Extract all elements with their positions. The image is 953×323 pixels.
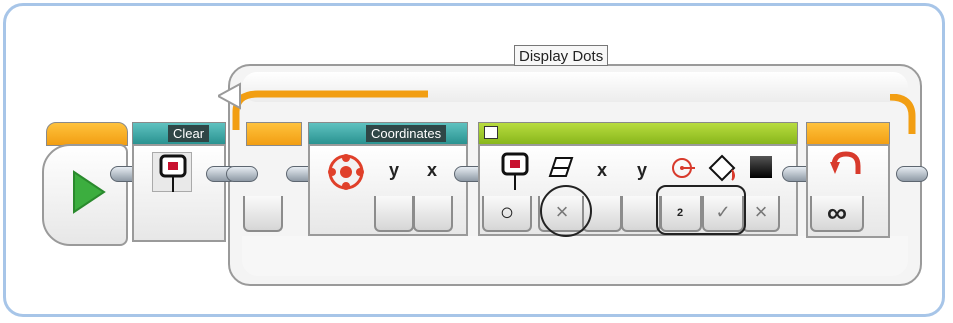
- clear-block[interactable]: Clear: [132, 122, 226, 242]
- start-block-cap: [46, 122, 128, 146]
- loop-entry-cap-bar: [246, 122, 302, 146]
- display-block-cap: [478, 122, 798, 146]
- loop-name-label[interactable]: Display Dots: [514, 45, 609, 66]
- radius-icon: [672, 158, 695, 178]
- fill-bucket-icon: [708, 154, 736, 182]
- coordinates-block-label: Coordinates: [366, 125, 447, 142]
- loop-bottom-inner: [242, 236, 908, 276]
- play-icon[interactable]: [72, 170, 106, 214]
- display-block-mode-icon[interactable]: [484, 126, 498, 139]
- display-input-y-label: y: [636, 160, 647, 180]
- ev3-brick-display-icon[interactable]: [158, 154, 188, 194]
- start-block[interactable]: [42, 122, 128, 246]
- ev3-brick-display-icon[interactable]: [500, 152, 530, 192]
- color-value: ×: [754, 199, 768, 224]
- coordinates-output-y-label: y: [388, 160, 399, 180]
- eraser-icon: [548, 157, 574, 177]
- highlight-circle-clear: [540, 185, 592, 237]
- coordinates-output-x-label: x: [426, 160, 437, 180]
- color-swatch-icon: [750, 156, 772, 178]
- coordinates-output-x-plug[interactable]: [413, 196, 453, 232]
- loop-entry-port[interactable]: [226, 166, 258, 182]
- clear-block-label: Clear: [168, 125, 210, 142]
- loop-end-cap: [806, 122, 890, 146]
- infinity-icon: ∞: [827, 197, 847, 228]
- display-input-y-plug[interactable]: [621, 196, 661, 232]
- display-mode-value: ○: [499, 199, 515, 226]
- loop-entry-cap: [246, 122, 302, 146]
- highlight-box-size-fill: [656, 185, 746, 235]
- variable-sphere-icon[interactable]: [326, 152, 366, 192]
- display-input-x-label: x: [596, 160, 607, 180]
- loop-arrow-icon[interactable]: [828, 150, 864, 186]
- coordinates-output-y-plug[interactable]: [374, 196, 414, 232]
- loop-slot-plug[interactable]: [243, 196, 283, 232]
- sequence-port-loop-out[interactable]: [896, 166, 928, 182]
- loop-return-arc: [890, 94, 916, 134]
